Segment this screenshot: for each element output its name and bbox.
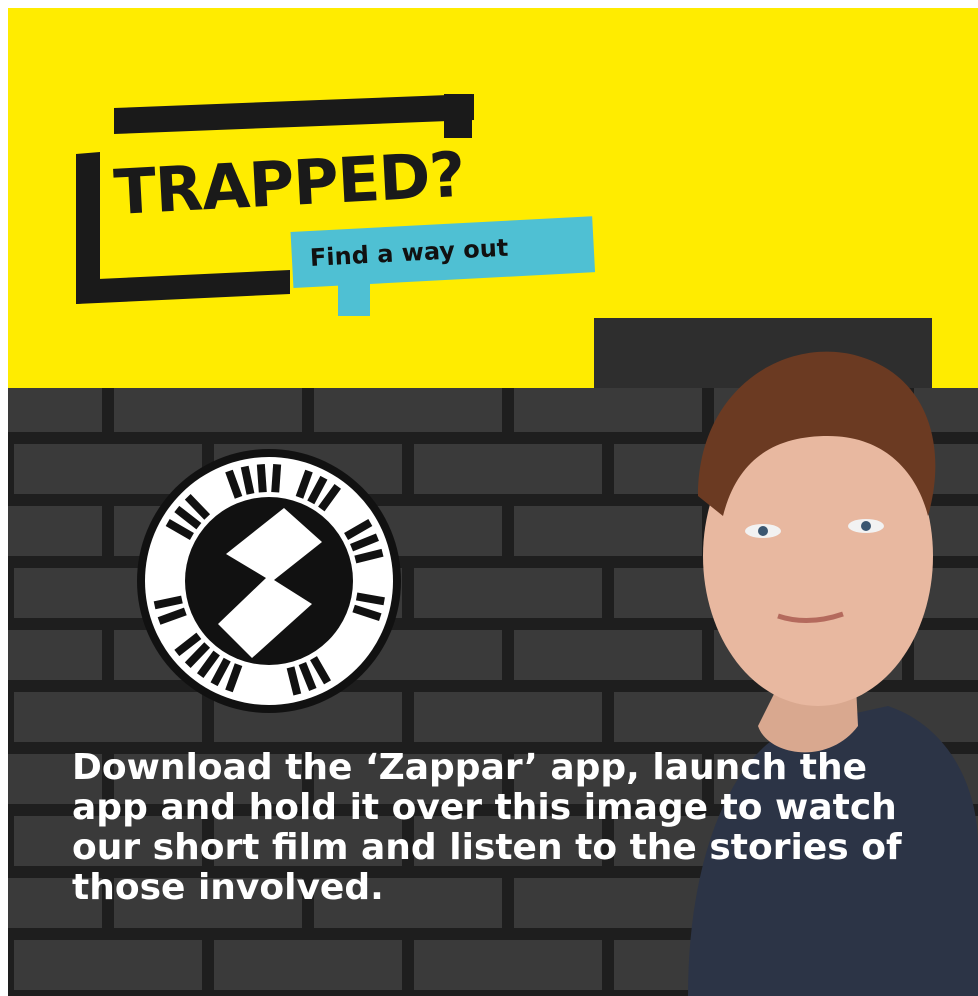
logo-top-right-bracket xyxy=(444,94,472,138)
brick xyxy=(8,500,108,562)
speech-bubble-tail xyxy=(338,280,370,316)
brick xyxy=(8,934,208,996)
brick xyxy=(8,624,108,686)
brick xyxy=(408,562,608,624)
brick xyxy=(208,934,408,996)
poster: TRAPPED? Find a way out Download the ‘Za… xyxy=(8,8,978,996)
zappar-icon xyxy=(137,449,401,713)
brick xyxy=(408,934,608,996)
logo-top-bar xyxy=(114,94,474,134)
instruction-caption: Download the ‘Zappar’ app, launch the ap… xyxy=(72,747,902,908)
brick xyxy=(408,686,608,748)
logo-bottom-bar xyxy=(76,270,290,304)
brick xyxy=(408,438,608,500)
